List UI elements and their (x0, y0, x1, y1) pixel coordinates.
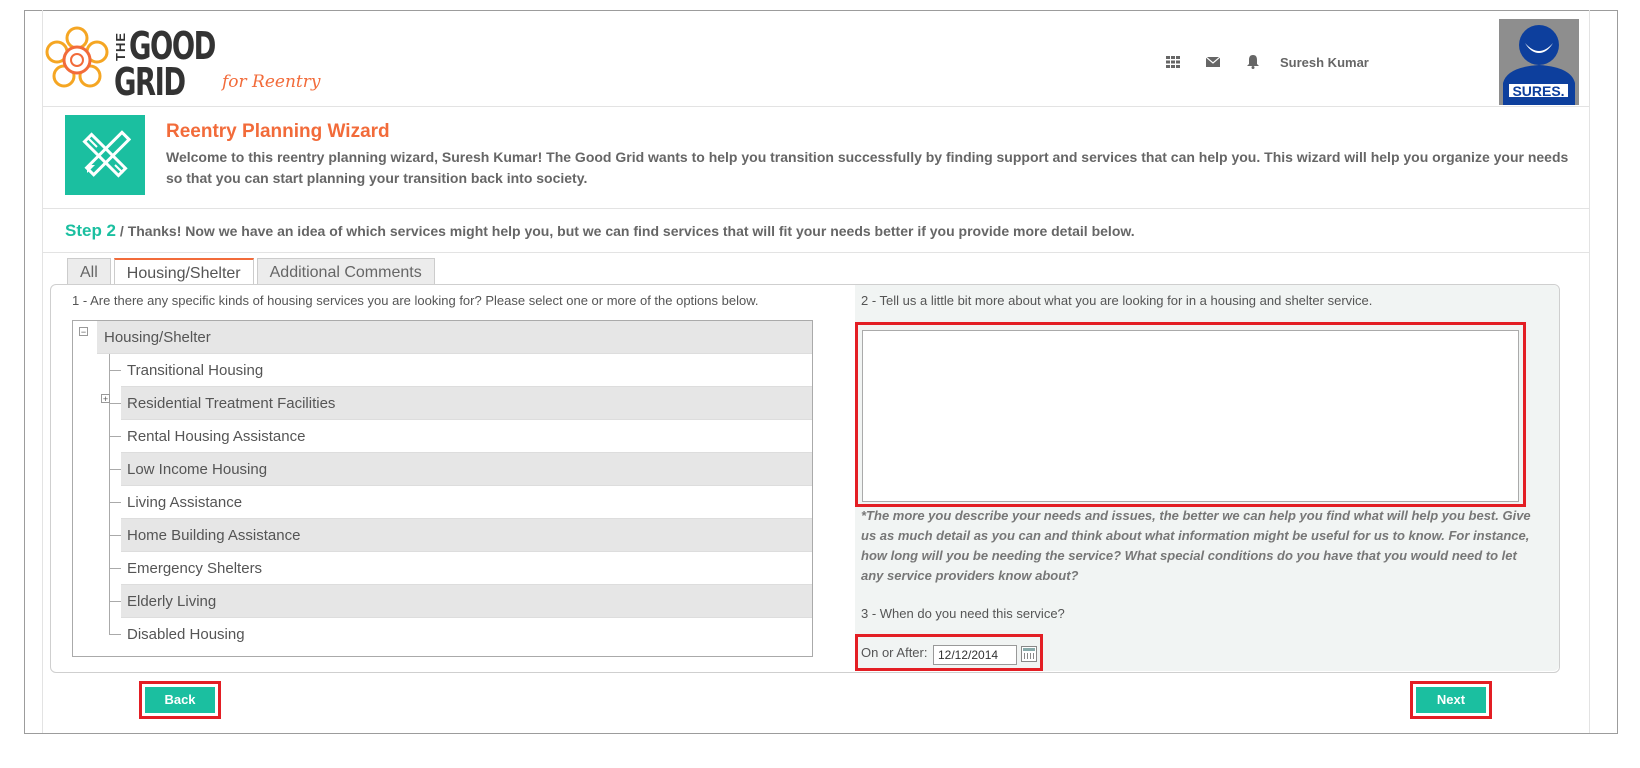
tab-all[interactable]: All (67, 258, 111, 285)
tree-item-home-building[interactable]: Home Building Assistance (73, 519, 812, 552)
flower-logo-icon (45, 26, 109, 88)
collapse-icon[interactable]: − (79, 327, 88, 337)
tree-item-transitional-housing[interactable]: Transitional Housing (73, 354, 812, 387)
bell-icon[interactable] (1244, 53, 1262, 71)
tree-item-disabled-housing[interactable]: Disabled Housing (73, 618, 812, 656)
date-input[interactable] (933, 645, 1017, 665)
tree-item-label: Transitional Housing (127, 362, 264, 379)
tree-item-label: Low Income Housing (127, 461, 268, 478)
step-text: / Thanks! Now we have an idea of which s… (116, 223, 1135, 239)
divider (43, 252, 1589, 253)
user-name[interactable]: Suresh Kumar (1280, 55, 1369, 70)
back-button[interactable]: Back (145, 687, 215, 713)
tree-item-living-assistance[interactable]: Living Assistance (73, 486, 812, 519)
divider (43, 208, 1589, 209)
logo-grid: GRID (114, 60, 186, 104)
apps-grid-icon[interactable] (1164, 53, 1182, 71)
tree-root-label: Housing/Shelter (104, 329, 211, 346)
tree-item-residential-treatment[interactable]: + Residential Treatment Facilities (73, 387, 812, 420)
avatar-label: SURES. (1507, 82, 1570, 99)
calendar-icon[interactable] (1021, 646, 1037, 662)
logo[interactable]: THE GOOD GRID for Reentry (43, 24, 321, 104)
wizard-description: Welcome to this reentry planning wizard,… (166, 149, 1569, 186)
tree-item-label: Living Assistance (127, 494, 243, 511)
tab-housing-shelter[interactable]: Housing/Shelter (113, 258, 254, 287)
tree-item-label: Disabled Housing (127, 626, 245, 643)
tree-item-label: Residential Treatment Facilities (127, 395, 336, 412)
details-textarea[interactable] (862, 330, 1519, 502)
details-hint: *The more you describe your needs and is… (861, 508, 1531, 583)
tree-item-label: Elderly Living (127, 593, 217, 610)
tree-item-label: Rental Housing Assistance (127, 428, 306, 445)
wizard-icon (65, 115, 145, 195)
step-number: Step 2 (65, 221, 117, 240)
pencil-ruler-icon (82, 130, 131, 178)
tab-strip: All Housing/Shelter Additional Comments (67, 258, 438, 287)
logo-tagline: for Reentry (222, 72, 321, 92)
logo-the: THE (113, 32, 128, 61)
tree-item-low-income-housing[interactable]: Low Income Housing (73, 453, 812, 486)
date-label: On or After: (861, 645, 928, 660)
tree-item-label: Emergency Shelters (127, 560, 263, 577)
avatar[interactable]: SURES. (1499, 19, 1579, 105)
question-2: 2 - Tell us a little bit more about what… (861, 293, 1373, 308)
tree-item-rental-housing[interactable]: Rental Housing Assistance (73, 420, 812, 453)
tab-additional-comments[interactable]: Additional Comments (256, 258, 435, 285)
tree-root[interactable]: − Housing/Shelter (73, 321, 812, 354)
wizard-title: Reentry Planning Wizard (166, 121, 390, 142)
tree-item-elderly-living[interactable]: Elderly Living (73, 585, 812, 618)
tree-item-emergency-shelters[interactable]: Emergency Shelters (73, 552, 812, 585)
divider (43, 106, 1589, 107)
tree-item-label: Home Building Assistance (127, 527, 301, 544)
expand-icon[interactable]: + (101, 394, 110, 404)
next-button[interactable]: Next (1416, 687, 1486, 713)
question-1: 1 - Are there any specific kinds of hous… (72, 293, 759, 308)
housing-tree: − Housing/Shelter Transitional Housing +… (72, 320, 813, 657)
question-3: 3 - When do you need this service? (861, 606, 1065, 621)
step-indicator: Step 2 / Thanks! Now we have an idea of … (65, 221, 1135, 241)
header-toolbar: Suresh Kumar (1164, 52, 1369, 72)
mail-icon[interactable] (1204, 53, 1222, 71)
